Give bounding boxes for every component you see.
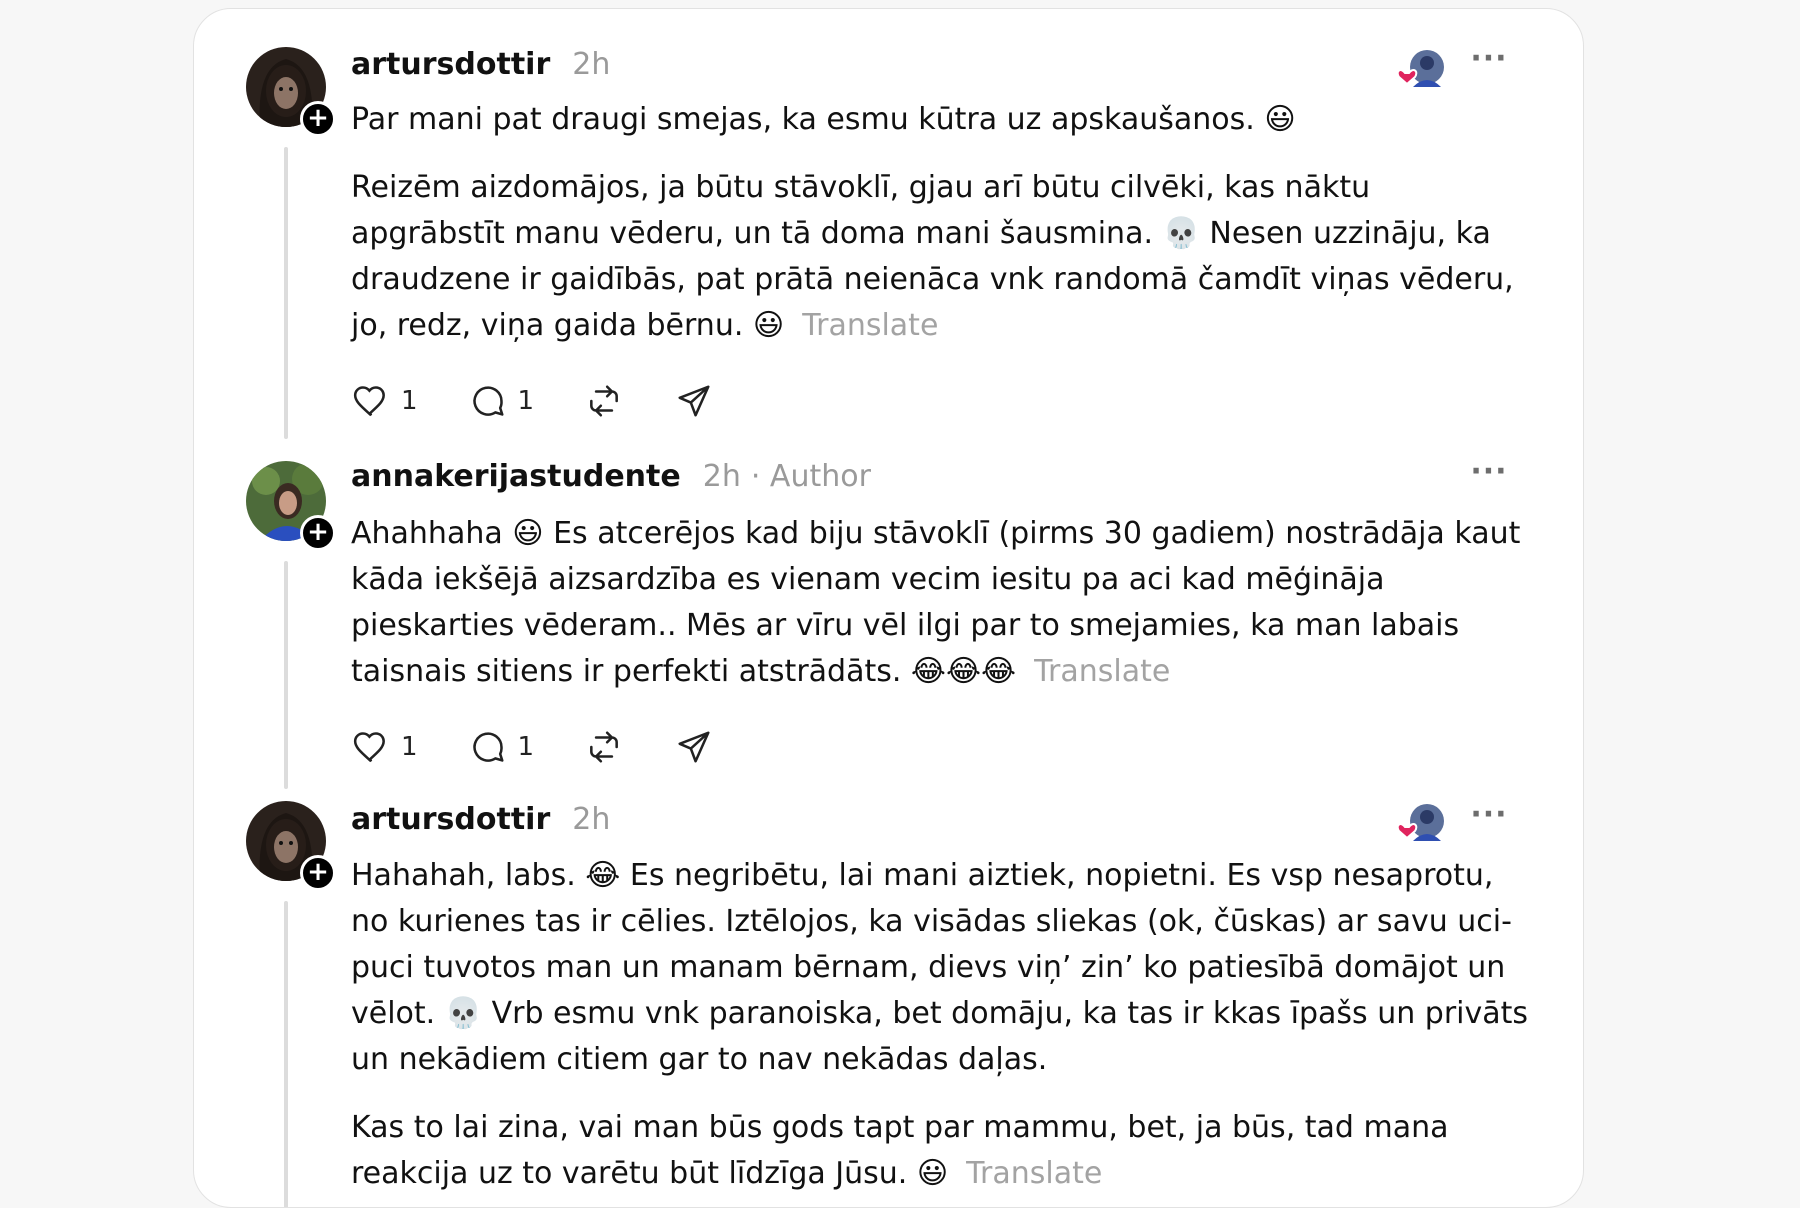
follow-plus-icon[interactable]: + bbox=[300, 101, 336, 137]
heart-icon bbox=[353, 732, 385, 763]
repost-button[interactable] bbox=[584, 728, 624, 766]
avatar[interactable]: + bbox=[246, 461, 336, 551]
reply-count: 1 bbox=[517, 732, 535, 762]
follow-plus-icon[interactable]: + bbox=[300, 855, 336, 891]
post-paragraph: Reizēm aizdomājos, ja būtu stāvoklī, gja… bbox=[351, 165, 1531, 349]
post-actions: 1 1 bbox=[351, 725, 764, 769]
post-paragraph-text: Ahahhaha 😃 Es atcerējos kad biju stāvokl… bbox=[351, 516, 1521, 689]
more-options-icon[interactable]: ··· bbox=[1469, 800, 1509, 837]
translate-link[interactable]: Translate bbox=[966, 1156, 1102, 1191]
share-button[interactable] bbox=[674, 728, 714, 766]
username[interactable]: annakerijastudente bbox=[351, 459, 681, 494]
post-paragraph: Ahahhaha 😃 Es atcerējos kad biju stāvokl… bbox=[351, 511, 1531, 695]
like-count: 1 bbox=[401, 386, 418, 416]
thread-line bbox=[284, 147, 288, 439]
avatar[interactable]: + bbox=[246, 47, 336, 137]
reply-button[interactable]: 1 bbox=[468, 728, 535, 766]
post-header: annakerijastudente 2h · Author bbox=[351, 459, 871, 499]
post-paragraph-text: Kas to lai zina, vai man būs gods tapt p… bbox=[351, 1110, 1449, 1191]
translate-link[interactable]: Translate bbox=[1034, 654, 1170, 689]
post-header: artursdottir 2h bbox=[351, 802, 610, 842]
username[interactable]: artursdottir bbox=[351, 802, 550, 837]
timestamp[interactable]: 2h bbox=[703, 459, 741, 494]
avatar[interactable]: + bbox=[246, 801, 336, 891]
heart-icon bbox=[353, 386, 385, 417]
reply-count: 1 bbox=[517, 386, 535, 416]
send-icon bbox=[678, 385, 710, 417]
post-paragraph: Par mani pat draugi smejas, ka esmu kūtr… bbox=[351, 102, 1296, 137]
comment-icon bbox=[472, 386, 504, 416]
reply-button[interactable]: 1 bbox=[468, 382, 535, 420]
thread-line bbox=[284, 901, 288, 1207]
like-button[interactable]: 1 bbox=[351, 728, 418, 766]
post-body: Hahahah, labs. 😂 Es negribētu, lai mani … bbox=[351, 853, 1531, 1207]
repost-icon bbox=[590, 385, 619, 417]
more-options-icon[interactable]: ··· bbox=[1469, 44, 1509, 81]
post-body: Par mani pat draugi smejas, ka esmu kūtr… bbox=[351, 97, 1531, 371]
timestamp[interactable]: 2h bbox=[572, 802, 610, 837]
timestamp[interactable]: 2h bbox=[572, 47, 610, 82]
thread-line bbox=[284, 561, 288, 789]
post-paragraph: Hahahah, labs. 😂 Es negribētu, lai mani … bbox=[351, 858, 1529, 1077]
thread-card: + artursdottir 2h ··· Par mani pat draug… bbox=[193, 8, 1584, 1208]
like-count: 1 bbox=[401, 732, 418, 762]
translate-link[interactable]: Translate bbox=[802, 308, 938, 343]
post-header: artursdottir 2h bbox=[351, 47, 610, 87]
post-body: Ahahhaha 😃 Es atcerējos kad biju stāvokl… bbox=[351, 511, 1531, 717]
liked-by-avatar-icon[interactable] bbox=[1395, 47, 1449, 87]
share-button[interactable] bbox=[674, 382, 714, 420]
comment-icon bbox=[472, 732, 504, 762]
repost-icon bbox=[590, 731, 619, 763]
more-options-icon[interactable]: ··· bbox=[1469, 457, 1509, 494]
like-button[interactable]: 1 bbox=[351, 382, 418, 420]
author-badge: · Author bbox=[750, 459, 871, 494]
follow-plus-icon[interactable]: + bbox=[300, 515, 336, 551]
username[interactable]: artursdottir bbox=[351, 47, 550, 82]
post-paragraph: Kas to lai zina, vai man būs gods tapt p… bbox=[351, 1105, 1531, 1197]
repost-button[interactable] bbox=[584, 382, 624, 420]
send-icon bbox=[678, 731, 710, 763]
liked-by-avatar-icon[interactable] bbox=[1395, 801, 1449, 841]
post-actions: 1 1 bbox=[351, 379, 764, 423]
